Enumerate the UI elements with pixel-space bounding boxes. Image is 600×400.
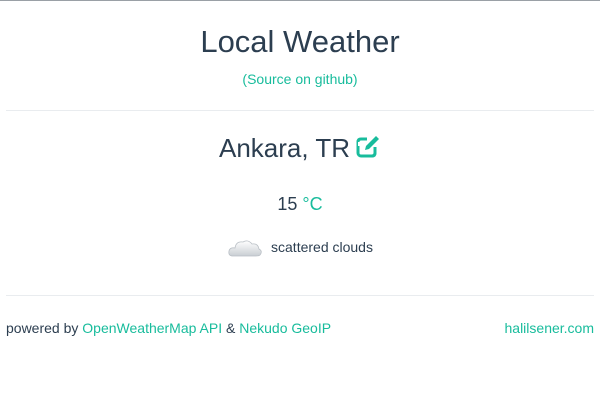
header-divider: [6, 110, 594, 111]
footer-credits: powered by OpenWeatherMap API & Nekudo G…: [6, 319, 331, 337]
weather-page: Local Weather (Source on github) Ankara,…: [0, 0, 600, 400]
edit-location-icon[interactable]: [355, 134, 381, 160]
footer-author: halilsener.com: [505, 319, 595, 337]
nekudo-geoip-link[interactable]: Nekudo GeoIP: [239, 320, 331, 336]
author-site-link[interactable]: halilsener.com: [505, 320, 595, 336]
location-row: Ankara, TR: [0, 131, 600, 165]
temperature-value: 15: [277, 194, 298, 214]
condition-text: scattered clouds: [271, 239, 373, 255]
location-label: Ankara, TR: [218, 133, 350, 163]
source-link-row: (Source on github): [0, 70, 600, 88]
temperature-unit-toggle[interactable]: °C: [302, 194, 322, 214]
source-on-github-link[interactable]: (Source on github): [242, 71, 357, 87]
openweathermap-api-link[interactable]: OpenWeatherMap API: [82, 320, 222, 336]
condition-row: scattered clouds: [0, 235, 600, 260]
temperature-row: 15 °C: [0, 193, 600, 215]
powered-by-text: powered by: [6, 320, 83, 336]
page-title: Local Weather: [200, 24, 400, 59]
ampersand-text: &: [222, 320, 240, 336]
footer-divider: [6, 295, 594, 296]
cloud-icon: [227, 236, 263, 260]
